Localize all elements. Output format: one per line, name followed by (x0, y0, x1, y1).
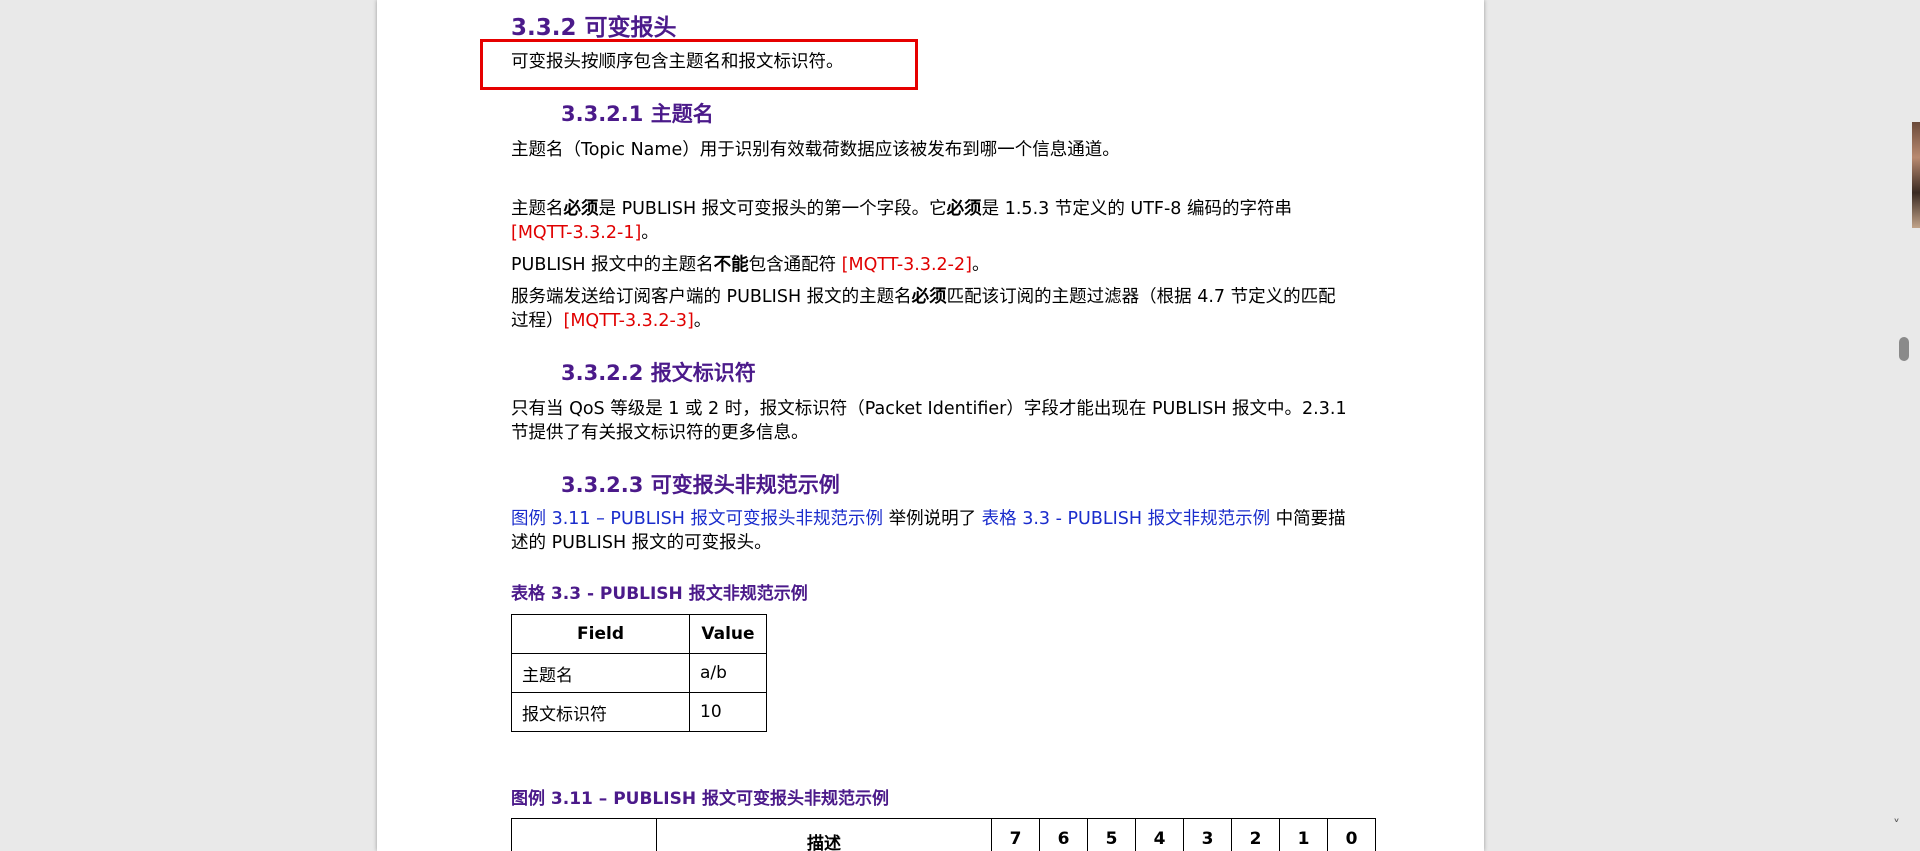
figure-header-row: 描述 7 6 5 4 3 2 1 0 (511, 818, 1376, 851)
figure-header-bit-5: 5 (1087, 818, 1136, 851)
text: 。 (971, 255, 990, 275)
text: 是 1.5.3 节定义的 UTF-8 编码的字符串 (981, 199, 1292, 219)
table-cell: 报文标识符 (511, 692, 690, 732)
emphasis: 必须 (911, 287, 947, 307)
example-line-2: 述的 PUBLISH 报文的可变报头。 (511, 533, 772, 553)
figure-header-bit-6: 6 (1039, 818, 1088, 851)
table-header-field: Field (511, 614, 690, 654)
figure-3-11-link[interactable]: 图例 3.11 – PUBLISH 报文可变报头非规范示例 (511, 509, 883, 529)
table-cell: 10 (689, 692, 767, 732)
text: 举例说明了 (883, 509, 982, 529)
topic-name-paragraph-2: 主题名必须是 PUBLISH 报文可变报头的第一个字段。它必须是 1.5.3 节… (511, 197, 1292, 221)
text: 过程） (511, 311, 564, 331)
figure-header-description: 描述 (656, 818, 992, 851)
emphasis: 必须 (563, 199, 599, 219)
document-page: 3.3.2 可变报头 可变报头按顺序包含主题名和报文标识符。 3.3.2.1 主… (377, 0, 1484, 851)
subsection-title-packet-id: 3.3.2.2 报文标识符 (561, 361, 756, 385)
emphasis: 不能 (713, 255, 749, 275)
topic-name-paragraph-2-ref: [MQTT-3.3.2-1]。 (511, 221, 659, 245)
text: 主题名 (511, 199, 564, 219)
topic-name-paragraph-1: 主题名（Topic Name）用于识别有效载荷数据应该被发布到哪一个信息通道。 (511, 140, 1120, 160)
table-3-3: Field Value 主题名 a/b 报文标识符 10 (511, 614, 767, 732)
text: 是 PUBLISH 报文可变报头的第一个字段。它 (598, 199, 947, 219)
reference-mqtt-3-3-2-1[interactable]: [MQTT-3.3.2-1] (511, 223, 641, 243)
figure-header-bit-4: 4 (1135, 818, 1184, 851)
scroll-down-arrow-icon[interactable]: ˅ (1893, 818, 1900, 834)
document-viewer: 3.3.2 可变报头 可变报头按顺序包含主题名和报文标识符。 3.3.2.1 主… (0, 0, 1920, 851)
table-header-row: Field Value (511, 614, 767, 654)
scrollbar-thumb[interactable] (1899, 337, 1909, 361)
example-line-1: 图例 3.11 – PUBLISH 报文可变报头非规范示例 举例说明了 表格 3… (511, 507, 1346, 531)
figure-3-11-table: 描述 7 6 5 4 3 2 1 0 (511, 818, 1376, 851)
figure-3-11-caption: 图例 3.11 – PUBLISH 报文可变报头非规范示例 (511, 789, 889, 809)
text: PUBLISH 报文中的主题名 (511, 255, 714, 275)
emphasis: 必须 (946, 199, 982, 219)
figure-header-bit-3: 3 (1183, 818, 1232, 851)
table-3-3-caption: 表格 3.3 - PUBLISH 报文非规范示例 (511, 584, 808, 604)
figure-header-bit-2: 2 (1231, 818, 1280, 851)
table-header-value: Value (689, 614, 767, 654)
topic-name-paragraph-4-line-2: 过程）[MQTT-3.3.2-3]。 (511, 309, 711, 333)
side-thumbnail[interactable] (1912, 122, 1920, 228)
text: 服务端发送给订阅客户端的 PUBLISH 报文的主题名 (511, 287, 912, 307)
table-cell: a/b (689, 653, 767, 693)
text: 中简要描 (1270, 509, 1346, 529)
topic-name-paragraph-3: PUBLISH 报文中的主题名不能包含通配符 [MQTT-3.3.2-2]。 (511, 253, 989, 277)
table-row: 报文标识符 10 (511, 692, 767, 732)
highlight-box (480, 39, 918, 90)
figure-header-bit-1: 1 (1279, 818, 1328, 851)
figure-header-cell (511, 818, 657, 851)
text: 。 (693, 311, 712, 331)
reference-mqtt-3-3-2-3[interactable]: [MQTT-3.3.2-3] (564, 311, 694, 331)
text: 。 (641, 223, 659, 243)
table-row: 主题名 a/b (511, 653, 767, 693)
reference-mqtt-3-3-2-2[interactable]: [MQTT-3.3.2-2] (842, 255, 972, 275)
packet-id-line-2: 节提供了有关报文标识符的更多信息。 (511, 423, 809, 443)
table-cell: 主题名 (511, 653, 690, 693)
figure-header-bit-0: 0 (1327, 818, 1376, 851)
table-3-3-link[interactable]: 表格 3.3 - PUBLISH 报文非规范示例 (982, 509, 1270, 529)
text: 匹配该订阅的主题过滤器（根据 4.7 节定义的匹配 (946, 287, 1336, 307)
subsection-title-topic-name: 3.3.2.1 主题名 (561, 102, 714, 126)
figure-header-bit-7: 7 (991, 818, 1040, 851)
section-title: 3.3.2 可变报头 (511, 15, 677, 41)
text: 包含通配符 (748, 255, 842, 275)
subsection-title-example: 3.3.2.3 可变报头非规范示例 (561, 473, 840, 497)
topic-name-paragraph-4: 服务端发送给订阅客户端的 PUBLISH 报文的主题名必须匹配该订阅的主题过滤器… (511, 285, 1336, 309)
packet-id-line-1: 只有当 QoS 等级是 1 或 2 时，报文标识符（Packet Identif… (511, 399, 1347, 419)
